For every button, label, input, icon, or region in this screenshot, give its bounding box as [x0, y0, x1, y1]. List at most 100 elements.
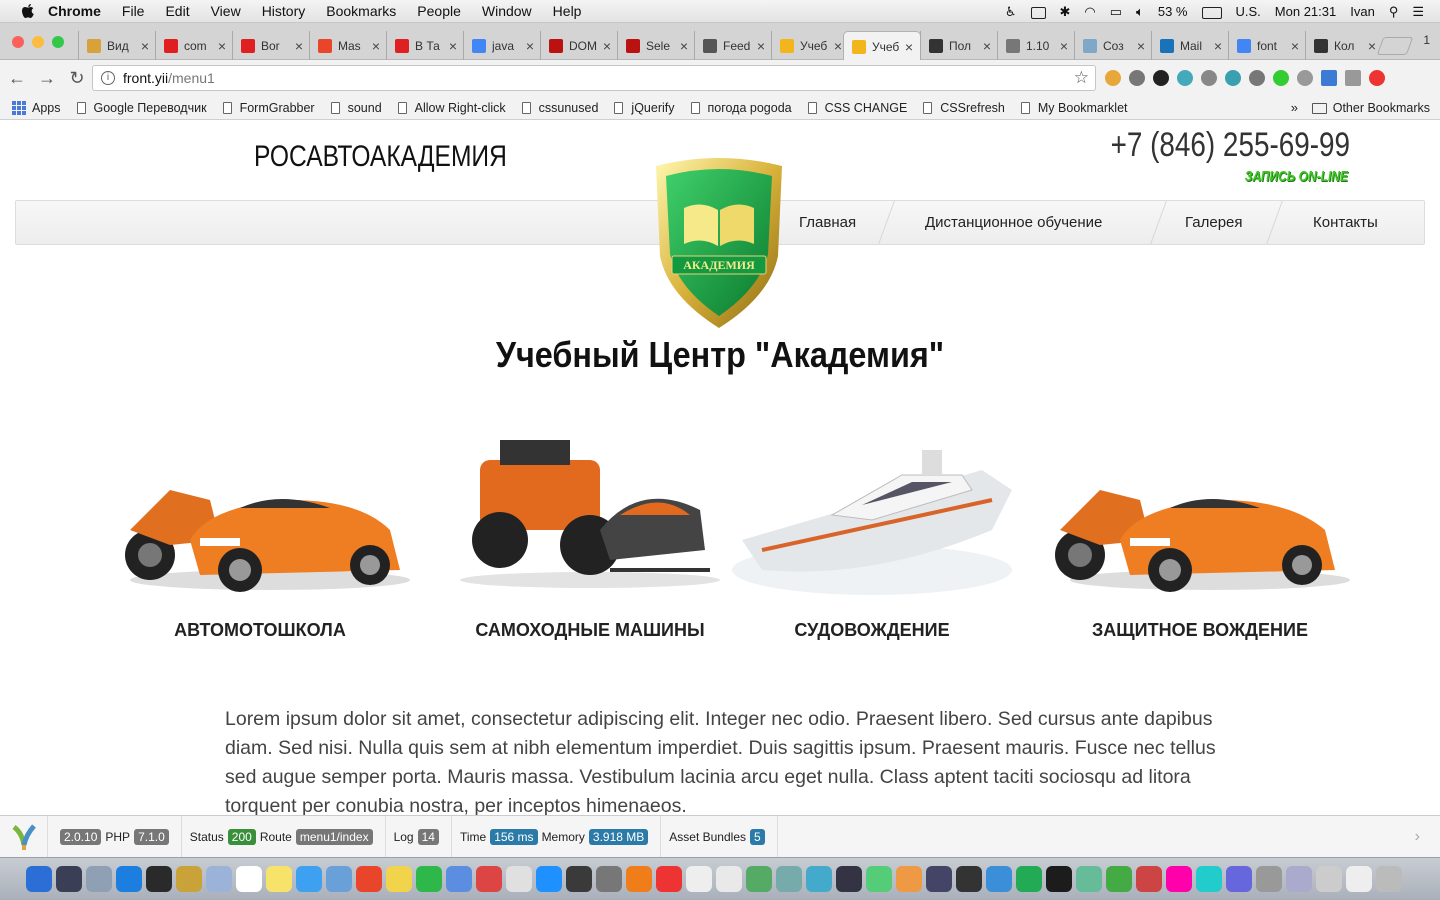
bookmark-item[interactable]: CSS CHANGE [807, 101, 907, 115]
extension-7-icon[interactable] [1249, 70, 1265, 86]
bookmark-item[interactable]: Google Переводчик [76, 101, 207, 115]
bookmark-item[interactable]: Allow Right-click [397, 101, 506, 115]
tab-close-icon[interactable]: × [292, 38, 306, 54]
tab-close-icon[interactable]: × [980, 38, 994, 54]
online-signup-link[interactable]: ЗАПИСЬ ON-LINE [1245, 168, 1348, 185]
accessibility-icon[interactable]: ♿︎ [1005, 4, 1017, 20]
dock-app-icon[interactable] [1106, 866, 1132, 892]
dock-app-icon[interactable] [116, 866, 142, 892]
dock-app-icon[interactable] [416, 866, 442, 892]
browser-tab[interactable]: com × [155, 31, 233, 60]
tab-close-icon[interactable]: × [677, 38, 691, 54]
extension-10-icon[interactable] [1321, 70, 1337, 86]
browser-tab[interactable]: DOM × [540, 31, 618, 60]
site-brand[interactable]: РОСАВТОАКАДЕМИЯ [254, 140, 507, 174]
volume-icon[interactable]: 🔈︎ [1136, 4, 1144, 20]
dock-app-icon[interactable] [536, 866, 562, 892]
dock-app-icon[interactable] [1316, 866, 1342, 892]
menu-window[interactable]: Window [482, 3, 532, 19]
dock-app-icon[interactable] [1046, 866, 1072, 892]
tab-close-icon[interactable]: × [754, 38, 768, 54]
menu-file[interactable]: File [122, 3, 145, 19]
address-bar[interactable]: i front.yii/menu1 ☆ [92, 65, 1096, 91]
dock-app-icon[interactable] [1016, 866, 1042, 892]
battery-status[interactable]: 53 % [1158, 4, 1188, 19]
site-phone[interactable]: +7 (846) 255-69-99 [1111, 126, 1350, 165]
bookmark-item[interactable]: погода pogoda [690, 101, 792, 115]
dock-app-icon[interactable] [296, 866, 322, 892]
browser-tab[interactable]: Учеб × [771, 31, 849, 60]
dock-app-icon[interactable] [356, 866, 382, 892]
dock-app-icon[interactable] [266, 866, 292, 892]
tab-close-icon[interactable]: × [215, 38, 229, 54]
bookmark-item[interactable]: sound [330, 101, 382, 115]
dock-app-icon[interactable] [776, 866, 802, 892]
menu-app-name[interactable]: Chrome [48, 3, 101, 19]
dock-app-icon[interactable] [746, 866, 772, 892]
bookmark-item[interactable]: jQuerify [614, 101, 675, 115]
site-info-icon[interactable]: i [101, 71, 115, 85]
dock-app-icon[interactable] [596, 866, 622, 892]
bookmark-item[interactable]: FormGrabber [222, 101, 315, 115]
dock-app-icon[interactable] [836, 866, 862, 892]
dock-app-icon[interactable] [716, 866, 742, 892]
tab-close-icon[interactable]: × [138, 38, 152, 54]
dock-app-icon[interactable] [476, 866, 502, 892]
back-button[interactable]: ← [4, 65, 30, 91]
browser-tab[interactable]: Feed × [694, 31, 772, 60]
dock-app-icon[interactable] [326, 866, 352, 892]
tab-close-icon[interactable]: × [1288, 38, 1302, 54]
nav-distance-learning[interactable]: Дистанционное обучение [925, 201, 1102, 244]
nav-home[interactable]: Главная [799, 201, 856, 244]
tab-close-icon[interactable]: × [523, 38, 537, 54]
dock-app-icon[interactable] [626, 866, 652, 892]
bookmark-item[interactable]: cssunused [521, 101, 598, 115]
extension-6-icon[interactable] [1225, 70, 1241, 86]
minimize-window-icon[interactable] [32, 36, 44, 48]
bookmark-item[interactable]: CSSrefresh [923, 101, 1005, 115]
dock-app-icon[interactable] [1226, 866, 1252, 892]
debug-log-panel[interactable]: Log 14 [386, 815, 452, 858]
dock-app-icon[interactable] [446, 866, 472, 892]
menu-view[interactable]: View [211, 3, 241, 19]
dock-app-icon[interactable] [1376, 866, 1402, 892]
extension-9-icon[interactable] [1297, 70, 1313, 86]
dock-app-icon[interactable] [1166, 866, 1192, 892]
bookmark-apps[interactable]: Apps [12, 100, 61, 115]
browser-tab[interactable]: Mas × [309, 31, 387, 60]
browser-tab[interactable]: Соз × [1074, 31, 1152, 60]
dock-app-icon[interactable] [686, 866, 712, 892]
dock-app-icon[interactable] [1286, 866, 1312, 892]
dock-app-icon[interactable] [146, 866, 172, 892]
service-caption[interactable]: САМОХОДНЫЕ МАШИНЫ [440, 620, 740, 641]
dock-app-icon[interactable] [506, 866, 532, 892]
dock-app-icon[interactable] [1256, 866, 1282, 892]
dock-app-icon[interactable] [926, 866, 952, 892]
tab-close-icon[interactable]: × [600, 38, 614, 54]
extension-3-icon[interactable] [1153, 70, 1169, 86]
bookmark-item[interactable]: My Bookmarklet [1020, 101, 1128, 115]
new-tab-button[interactable] [1376, 37, 1414, 55]
dock-app-icon[interactable] [1076, 866, 1102, 892]
tab-close-icon[interactable]: × [1057, 38, 1071, 54]
debug-version-panel[interactable]: 2.0.10 PHP 7.1.0 [48, 815, 182, 858]
dock-app-icon[interactable] [86, 866, 112, 892]
clock[interactable]: Mon 21:31 [1275, 4, 1336, 19]
tab-close-icon[interactable]: × [902, 39, 916, 55]
extension-11-icon[interactable] [1345, 70, 1361, 86]
bluetooth-icon[interactable]: ✱ [1060, 4, 1071, 20]
browser-tab[interactable]: 1.10 × [997, 31, 1075, 60]
tab-close-icon[interactable]: × [1134, 38, 1148, 54]
extension-8-icon[interactable] [1273, 70, 1289, 86]
debug-assets-panel[interactable]: Asset Bundles 5 [661, 815, 778, 858]
dock-app-icon[interactable] [386, 866, 412, 892]
airplay-icon[interactable]: ▭ [1110, 4, 1122, 20]
dock-app-icon[interactable] [656, 866, 682, 892]
tab-close-icon[interactable]: × [369, 38, 383, 54]
wifi-icon[interactable]: ◠ [1084, 4, 1095, 20]
input-source[interactable]: U.S. [1236, 4, 1261, 19]
nav-gallery[interactable]: Галерея [1185, 201, 1243, 244]
tab-overflow-count[interactable]: 1 [1423, 33, 1430, 47]
user-name[interactable]: Ivan [1350, 4, 1375, 19]
browser-tab[interactable]: Учеб × [843, 31, 921, 61]
